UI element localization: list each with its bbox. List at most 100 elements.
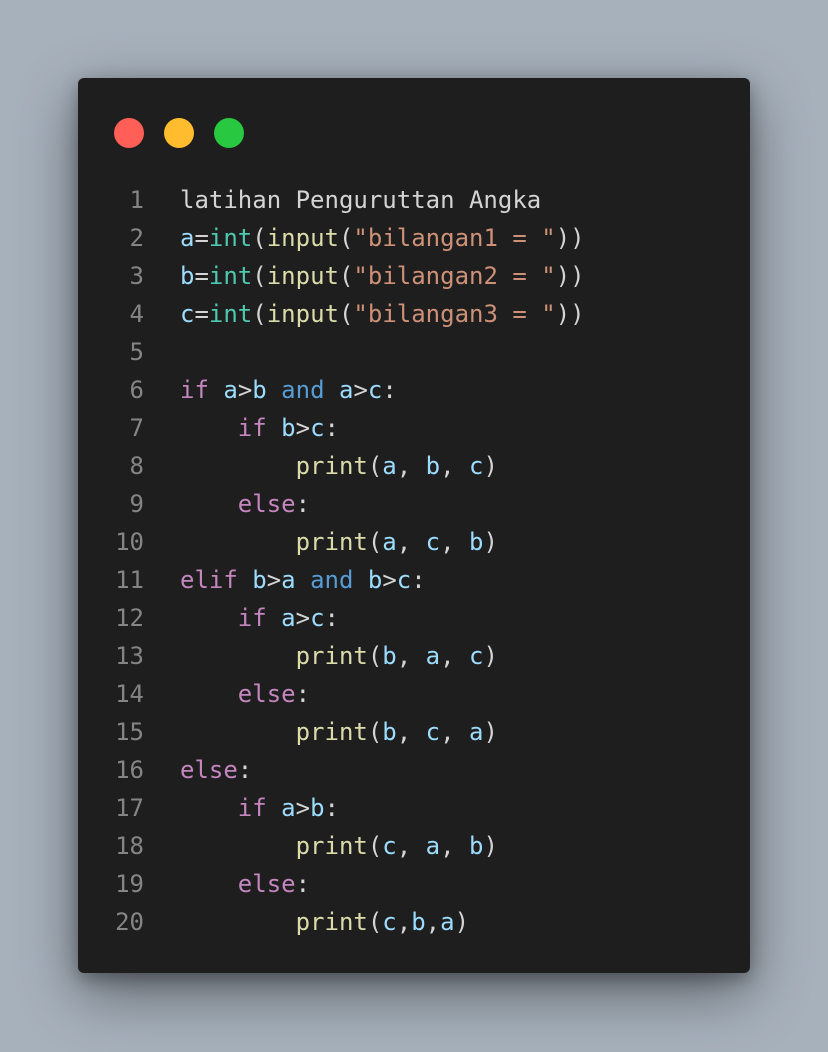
code-token-variable: b: [281, 414, 296, 442]
code-block: 1 latihan Penguruttan Angka 2 a=int(input("…: [78, 181, 750, 941]
code-text: else:: [180, 865, 310, 903]
code-token-plain: ): [483, 718, 498, 746]
code-token-variable: b: [367, 566, 383, 594]
code-token-keyword: if: [237, 604, 267, 632]
code-token-keyword: else: [237, 680, 296, 708]
code-token-plain: (: [252, 224, 267, 252]
code-token-plain: (: [367, 528, 383, 556]
code-token-plain: ): [454, 908, 470, 936]
code-token-plain: (: [367, 718, 383, 746]
line-number: 5: [129, 338, 144, 366]
line-number: 11: [115, 566, 144, 594]
code-token-plain: (: [338, 262, 354, 290]
code-text: print(a, b, c): [180, 447, 498, 485]
code-line: 8 print(a, b, c): [78, 447, 750, 485]
code-token-builtin: int: [208, 300, 253, 328]
code-token-variable: c: [180, 300, 195, 328]
code-token-keyword: if: [237, 794, 267, 822]
code-text: else:: [180, 675, 310, 713]
line-number: 17: [115, 794, 144, 822]
code-token-variable: a: [382, 452, 397, 480]
code-token-variable: a: [281, 794, 296, 822]
code-token-variable: b: [469, 528, 484, 556]
code-token-variable: a: [338, 376, 354, 404]
code-token-variable: b: [382, 718, 397, 746]
code-token-function: input: [266, 262, 339, 290]
code-token-variable: a: [281, 604, 296, 632]
code-token-plain: >: [382, 566, 397, 594]
code-token-plain: :: [324, 414, 339, 442]
code-token-plain: (: [367, 908, 383, 936]
code-token-variable: c: [425, 528, 441, 556]
code-token-plain: ,: [396, 718, 426, 746]
line-number: 15: [115, 718, 144, 746]
code-token-plain: :: [411, 566, 426, 594]
code-text: b=int(input("bilangan2 = ")): [180, 257, 585, 295]
code-token-operator_keyword: and: [281, 376, 325, 404]
code-token-builtin: int: [208, 224, 253, 252]
code-token-keyword: if: [180, 376, 209, 404]
code-token-variable: a: [281, 566, 296, 594]
line-number: 16: [115, 756, 144, 784]
maximize-dot[interactable]: [214, 118, 244, 148]
code-token-variable: a: [180, 224, 195, 252]
code-token-plain: )): [555, 224, 585, 252]
code-token-variable: c: [367, 376, 383, 404]
code-token-plain: >: [295, 414, 311, 442]
code-token-plain: >: [295, 604, 311, 632]
code-token-plain: ,: [396, 908, 412, 936]
code-token-keyword: if: [237, 414, 267, 442]
code-line: 14 else:: [78, 675, 750, 713]
code-token-plain: (: [252, 300, 267, 328]
line-number: 1: [129, 186, 144, 214]
line-number: 4: [129, 300, 144, 328]
code-token-plain: (: [367, 832, 383, 860]
code-token-plain: :: [324, 794, 339, 822]
code-text: print(c,b,a): [180, 903, 469, 941]
code-token-keyword: else: [180, 756, 238, 784]
code-token-plain: =: [194, 300, 209, 328]
code-token-plain: )): [555, 262, 585, 290]
code-token-keyword: else: [237, 870, 296, 898]
code-token-variable: a: [223, 376, 238, 404]
code-token-plain: (: [367, 642, 383, 670]
code-line: 9 else:: [78, 485, 750, 523]
line-number: 6: [129, 376, 144, 404]
minimize-dot[interactable]: [164, 118, 194, 148]
code-text: if a>b:: [180, 789, 339, 827]
code-text: a=int(input("bilangan1 = ")): [180, 219, 585, 257]
code-token-function: print: [295, 832, 368, 860]
code-token-variable: a: [440, 908, 455, 936]
code-token-variable: b: [310, 794, 325, 822]
code-token-plain: ,: [440, 528, 470, 556]
code-line: 7 if b>c:: [78, 409, 750, 447]
code-token-plain: :: [295, 680, 311, 708]
code-token-function: print: [295, 642, 368, 670]
line-number: 20: [115, 908, 144, 936]
code-text: if a>b and a>c:: [180, 371, 397, 409]
close-dot[interactable]: [114, 118, 144, 148]
code-token-plain: ,: [396, 642, 426, 670]
code-token-plain: ): [483, 452, 498, 480]
code-token-plain: :: [324, 604, 339, 632]
line-number: 13: [115, 642, 144, 670]
line-number: 10: [115, 528, 144, 556]
code-token-function: input: [266, 300, 339, 328]
code-token-variable: a: [425, 832, 441, 860]
code-token-keyword: elif: [180, 566, 238, 594]
code-line: 19 else:: [78, 865, 750, 903]
code-token-plain: =: [194, 262, 209, 290]
code-token-plain: ): [483, 832, 498, 860]
code-token-plain: :: [237, 756, 253, 784]
